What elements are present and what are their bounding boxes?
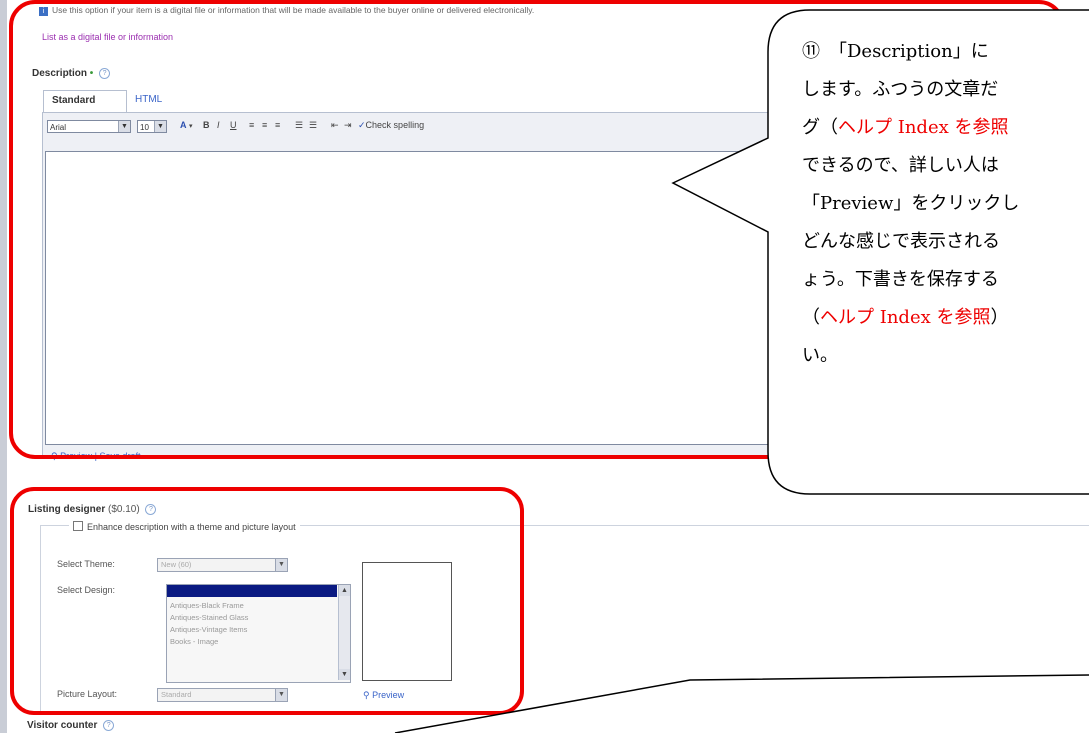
callout-line: ょう。下書きを保存する (802, 270, 999, 290)
callout-segment: ょう。下書きを保存する (802, 269, 999, 290)
callout-line: どんな感じで表示される (802, 232, 1000, 252)
callout-line: 「Preview」をクリックし (802, 194, 1019, 214)
help-index-reference: ヘルプ Index を参照 (838, 117, 1009, 138)
callout-segment: い。 (802, 345, 838, 366)
callout-segment: どんな感じで表示される (802, 231, 1000, 252)
callout-bubble-bottom (395, 675, 1089, 733)
callout-line: できるので、詳しい人は (802, 156, 999, 176)
callout-segment: 「Preview」をクリックし (802, 193, 1020, 214)
callout-segment: ⑪ 「Description」に (802, 41, 989, 62)
callout-segment: します。ふつうの文章だ (802, 79, 999, 100)
callout-line: ⑪ 「Description」に (802, 42, 989, 62)
callout-line: グ（ヘルプ Index を参照 (802, 118, 1008, 138)
callout-segment: グ（ (802, 117, 838, 138)
callout-line: します。ふつうの文章だ (802, 80, 998, 100)
callout-text: ⑪ 「Description」に します。ふつうの文章だ グ（ヘルプ Index を… (790, 10, 1089, 490)
callout-line: （ヘルプ Index を参照） (802, 308, 1008, 328)
callout-segment: （ (802, 307, 820, 328)
callout-line: い。 (802, 346, 838, 366)
callout-segment: できるので、詳しい人は (802, 155, 999, 176)
callout-segment: ） (990, 307, 1009, 328)
help-index-reference: ヘルプ Index を参照 (820, 307, 991, 328)
